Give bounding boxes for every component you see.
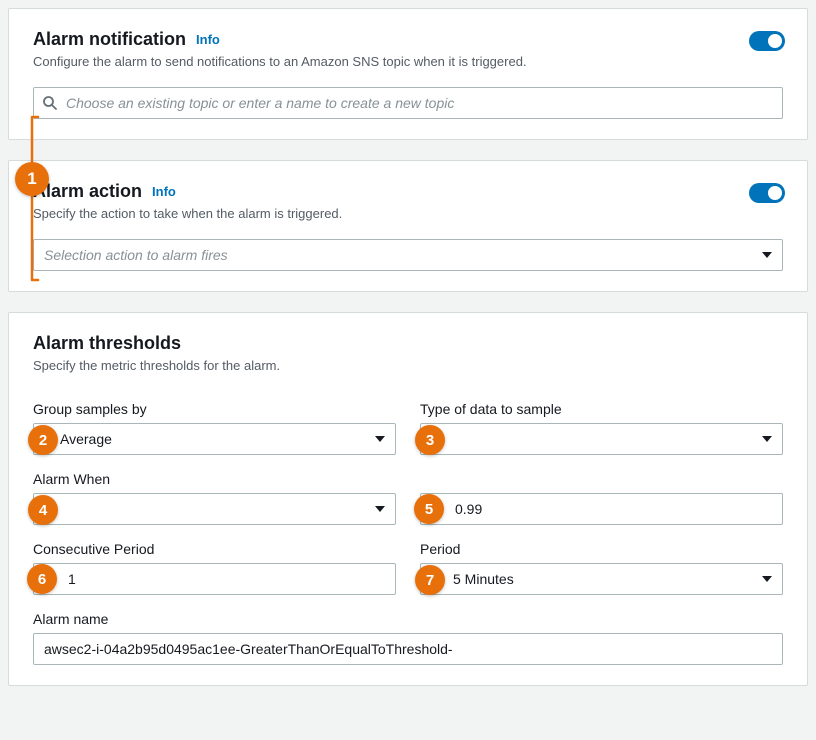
type-of-data-select[interactable]: 3 (420, 423, 783, 455)
consecutive-period-label: Consecutive Period (33, 541, 396, 557)
chevron-down-icon (375, 506, 385, 512)
group-samples-value: Average (44, 431, 112, 447)
alarm-notification-title: Alarm notification (33, 29, 186, 50)
period-label: Period (420, 541, 783, 557)
alarm-name-input[interactable] (33, 633, 783, 665)
alarm-thresholds-desc: Specify the metric thresholds for the al… (33, 358, 783, 373)
alarm-when-field: Alarm When 4 (33, 471, 396, 525)
period-value: 5 Minutes (431, 571, 514, 587)
alarm-name-label: Alarm name (33, 611, 783, 627)
alarm-thresholds-title: Alarm thresholds (33, 333, 783, 354)
panel-header: Alarm notification Info (33, 29, 783, 50)
alarm-action-select-placeholder: Selection action to alarm fires (44, 247, 228, 263)
alarm-action-title: Alarm action (33, 181, 142, 202)
period-field: Period 5 Minutes 7 (420, 541, 783, 595)
panel-header: Alarm action Info (33, 181, 783, 202)
notification-toggle[interactable] (749, 31, 785, 51)
consecutive-period-input[interactable] (33, 563, 396, 595)
alarm-notification-panel: Alarm notification Info Configure the al… (8, 8, 808, 140)
alarm-action-desc: Specify the action to take when the alar… (33, 206, 783, 221)
sns-topic-input[interactable] (58, 88, 774, 118)
chevron-down-icon (375, 436, 385, 442)
alarm-notification-desc: Configure the alarm to send notification… (33, 54, 783, 69)
annotation-badge-4: 4 (28, 495, 58, 525)
group-samples-field: Group samples by Average 2 (33, 401, 396, 455)
alarm-action-select[interactable]: Selection action to alarm fires (33, 239, 783, 271)
alarm-when-threshold-input[interactable] (420, 493, 783, 525)
consecutive-period-field: Consecutive Period 6 (33, 541, 396, 595)
chevron-down-icon (762, 436, 772, 442)
alarm-when-label: Alarm When (33, 471, 396, 487)
annotation-badge-3: 3 (415, 425, 445, 455)
chevron-down-icon (762, 576, 772, 582)
type-of-data-field: Type of data to sample 3 (420, 401, 783, 455)
alarm-thresholds-panel: Alarm thresholds Specify the metric thre… (8, 312, 808, 686)
info-link-action[interactable]: Info (152, 184, 176, 199)
info-link-notification[interactable]: Info (196, 32, 220, 47)
action-toggle[interactable] (749, 183, 785, 203)
alarm-when-select[interactable]: 4 (33, 493, 396, 525)
thresholds-grid: Group samples by Average 2 Type of data … (33, 401, 783, 665)
alarm-action-panel: Alarm action Info Specify the action to … (8, 160, 808, 292)
sns-topic-search[interactable] (33, 87, 783, 119)
search-icon (42, 95, 58, 111)
period-select[interactable]: 5 Minutes 7 (420, 563, 783, 595)
chevron-down-icon (762, 252, 772, 258)
alarm-when-value-field: 5 (420, 471, 783, 525)
alarm-name-field: Alarm name (33, 611, 783, 665)
type-of-data-label: Type of data to sample (420, 401, 783, 417)
group-samples-select[interactable]: Average 2 (33, 423, 396, 455)
group-samples-label: Group samples by (33, 401, 396, 417)
